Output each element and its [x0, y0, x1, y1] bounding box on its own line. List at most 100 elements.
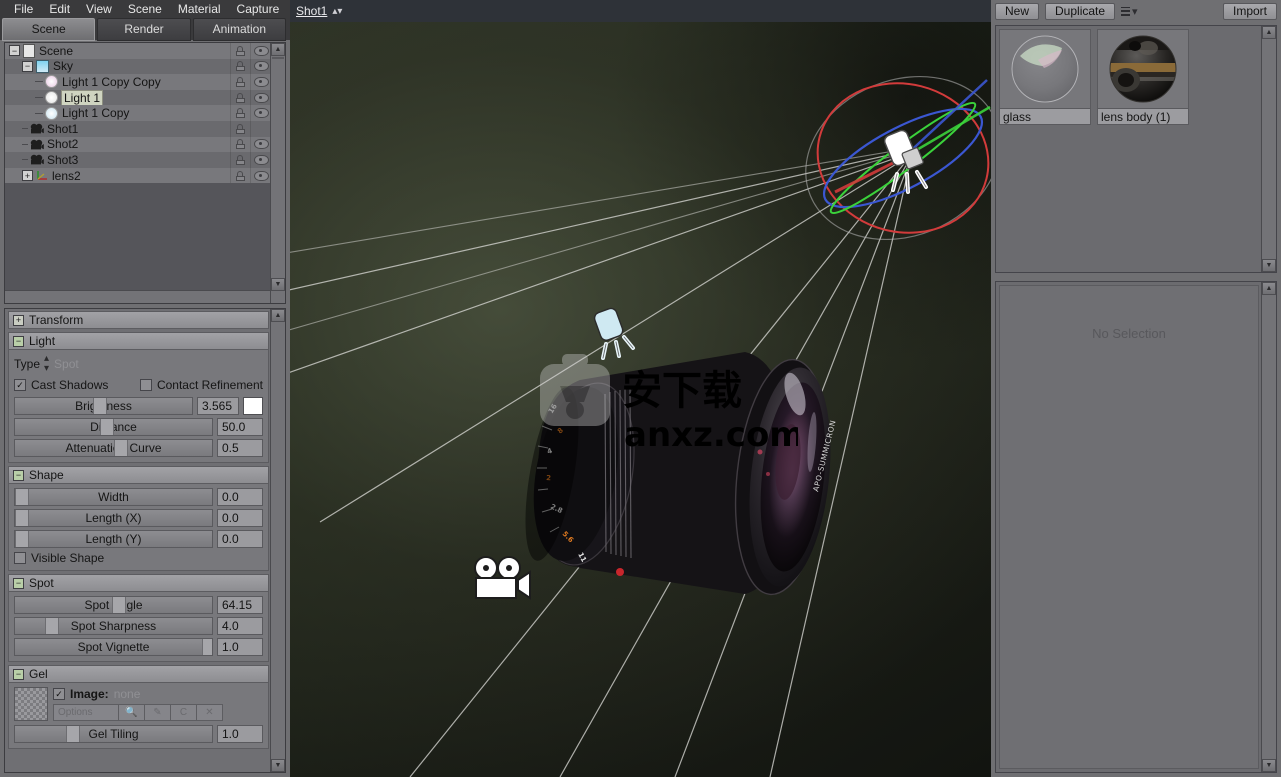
lock-icon[interactable]: [236, 155, 245, 165]
gel-image-thumbnail[interactable]: [14, 687, 48, 721]
gel-options-button[interactable]: Options: [53, 704, 119, 721]
tree-row-light-1-copy-copy[interactable]: Light 1 Copy Copy: [5, 74, 271, 90]
lock-icon[interactable]: [236, 171, 245, 181]
menu-item-scene[interactable]: Scene: [120, 0, 170, 18]
section-gel-header[interactable]: − Gel: [8, 665, 269, 683]
tree-row-light-1-copy[interactable]: Light 1 Copy: [5, 105, 271, 121]
tree-row-lock-cell[interactable]: [230, 152, 250, 168]
brightness-slider[interactable]: Brightness: [14, 397, 193, 415]
tab-scene[interactable]: Scene: [2, 18, 95, 41]
tree-row-lock-cell[interactable]: [230, 59, 250, 75]
tree-row-shot3[interactable]: Shot3: [5, 152, 271, 168]
lock-icon[interactable]: [236, 77, 245, 87]
scroll-up-icon[interactable]: ▲: [1262, 26, 1276, 39]
tree-row-visibility-cell[interactable]: [250, 152, 271, 168]
tree-row-lock-cell[interactable]: [230, 43, 250, 59]
shot-selector-icon[interactable]: ▴▾: [332, 6, 342, 17]
tree-row-sky[interactable]: −Sky: [5, 59, 271, 75]
visible-shape-checkbox[interactable]: [14, 552, 26, 564]
tree-row-visibility-cell[interactable]: [250, 59, 271, 75]
width-slider[interactable]: Width: [14, 488, 213, 506]
eye-icon[interactable]: [254, 171, 269, 181]
length-x-slider[interactable]: Length (X): [14, 509, 213, 527]
light-type-row[interactable]: Type ▴▾ Spot: [14, 354, 263, 374]
stepper-icon[interactable]: ▴▾: [44, 354, 49, 374]
new-material-button[interactable]: New: [995, 3, 1039, 20]
tree-vertical-scrollbar[interactable]: ▲ ▼: [270, 43, 285, 303]
tree-row-scene[interactable]: −Scene: [5, 43, 271, 59]
spot-vignette-slider[interactable]: Spot Vignette: [14, 638, 213, 656]
collapse-minus-icon[interactable]: −: [13, 336, 24, 347]
scroll-down-icon[interactable]: ▼: [271, 759, 285, 772]
distance-value[interactable]: 50.0: [217, 418, 263, 436]
menu-item-file[interactable]: File: [6, 0, 41, 18]
scene-tree[interactable]: −Scene−SkyLight 1 Copy CopyLight 1Light …: [5, 43, 271, 291]
menu-item-edit[interactable]: Edit: [41, 0, 78, 18]
light-color-swatch[interactable]: [243, 397, 263, 415]
section-shape-header[interactable]: − Shape: [8, 466, 269, 484]
tree-row-visibility-cell[interactable]: [250, 168, 271, 184]
material-item-glass[interactable]: glass: [999, 29, 1091, 269]
tree-row-visibility-cell[interactable]: [250, 121, 271, 137]
scroll-up-icon[interactable]: ▲: [271, 43, 285, 56]
tree-row-lock-cell[interactable]: [230, 121, 250, 137]
distance-slider[interactable]: Distance: [14, 418, 213, 436]
section-transform-header[interactable]: + Transform: [8, 311, 269, 329]
lock-icon[interactable]: [236, 139, 245, 149]
tab-animation[interactable]: Animation: [193, 18, 286, 41]
cast-shadows-checkbox[interactable]: ✓: [14, 379, 26, 391]
scroll-up-icon[interactable]: ▲: [271, 309, 285, 322]
spot-sharpness-slider[interactable]: Spot Sharpness: [14, 617, 213, 635]
viewport-shot-name[interactable]: Shot1: [296, 4, 327, 18]
expand-plus-icon[interactable]: +: [13, 315, 24, 326]
material-item-lens-body[interactable]: lens body (1): [1097, 29, 1189, 269]
tree-row-lock-cell[interactable]: [230, 90, 250, 106]
section-light-header[interactable]: − Light: [8, 332, 269, 350]
menu-item-capture[interactable]: Capture: [229, 0, 288, 18]
reload-icon[interactable]: C: [170, 704, 197, 721]
duplicate-material-button[interactable]: Duplicate: [1045, 3, 1115, 20]
lock-icon[interactable]: [236, 61, 245, 71]
tree-row-shot2[interactable]: Shot2: [5, 137, 271, 153]
tree-row-lock-cell[interactable]: [230, 105, 250, 121]
scroll-down-icon[interactable]: ▼: [1262, 259, 1276, 272]
tree-row-lens2[interactable]: +lens2: [5, 168, 271, 184]
glass-sphere-thumb[interactable]: [999, 29, 1091, 109]
attenuation-curve-value[interactable]: 0.5: [217, 439, 263, 457]
spot-angle-value[interactable]: 64.15: [217, 596, 263, 614]
spot-sharpness-value[interactable]: 4.0: [217, 617, 263, 635]
import-button[interactable]: Import: [1223, 3, 1277, 20]
length-y-slider[interactable]: Length (Y): [14, 530, 213, 548]
tree-row-visibility-cell[interactable]: [250, 90, 271, 106]
close-icon[interactable]: ✕: [196, 704, 223, 721]
collapse-minus-icon[interactable]: −: [9, 45, 20, 56]
spot-vignette-value[interactable]: 1.0: [217, 638, 263, 656]
section-spot-header[interactable]: − Spot: [8, 574, 269, 592]
collapse-minus-icon[interactable]: −: [13, 470, 24, 481]
gel-image-checkbox[interactable]: ✓: [53, 688, 65, 700]
eye-icon[interactable]: [254, 46, 269, 56]
tree-row-visibility-cell[interactable]: [250, 105, 271, 121]
tree-row-lock-cell[interactable]: [230, 137, 250, 153]
spot-angle-slider[interactable]: Spot Angle: [14, 596, 213, 614]
eye-icon[interactable]: [254, 61, 269, 71]
attenuation-curve-slider[interactable]: Attenuation Curve: [14, 439, 213, 457]
contact-refinement-checkbox[interactable]: [140, 379, 152, 391]
lock-icon[interactable]: [236, 108, 245, 118]
material-scrollbar[interactable]: ▲ ▼: [1261, 26, 1276, 272]
expand-plus-icon[interactable]: +: [22, 170, 33, 181]
eye-icon[interactable]: [254, 155, 269, 165]
collapse-minus-icon[interactable]: −: [13, 578, 24, 589]
scroll-up-icon[interactable]: ▲: [1262, 282, 1276, 295]
collapse-minus-icon[interactable]: −: [22, 61, 33, 72]
tree-row-lock-cell[interactable]: [230, 168, 250, 184]
scroll-down-icon[interactable]: ▼: [271, 278, 285, 291]
length-y-value[interactable]: 0.0: [217, 530, 263, 548]
scroll-down-icon[interactable]: ▼: [1262, 759, 1276, 772]
width-value[interactable]: 0.0: [217, 488, 263, 506]
menu-item-view[interactable]: View: [78, 0, 120, 18]
selection-scrollbar[interactable]: ▲ ▼: [1261, 282, 1276, 772]
length-x-value[interactable]: 0.0: [217, 509, 263, 527]
menu-item-material[interactable]: Material: [170, 0, 229, 18]
tree-row-visibility-cell[interactable]: [250, 43, 271, 59]
